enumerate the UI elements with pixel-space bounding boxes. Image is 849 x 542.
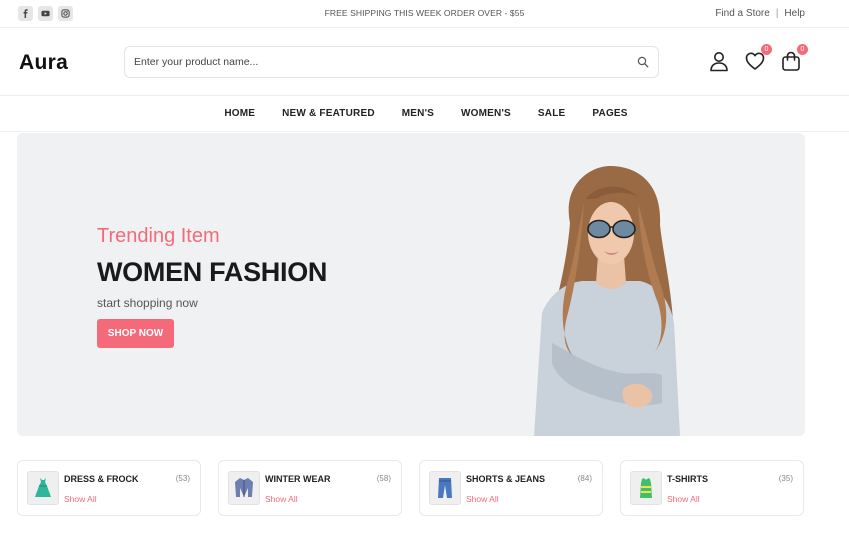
- nav-item-womens[interactable]: WOMEN'S: [461, 96, 511, 132]
- category-list: DRESS & FROCK (53) Show All WINTER WEAR …: [17, 460, 805, 516]
- jacket-icon: [235, 478, 253, 497]
- account-button[interactable]: [708, 50, 732, 74]
- main-nav: HOME NEW & FEATURED MEN'S WOMEN'S SALE P…: [0, 96, 849, 132]
- category-thumbnail: [630, 471, 662, 505]
- search-icon[interactable]: [637, 56, 649, 68]
- show-all-link[interactable]: Show All: [265, 494, 298, 504]
- jeans-icon: [438, 478, 452, 498]
- shop-now-button[interactable]: SHOP NOW: [97, 319, 174, 348]
- show-all-link[interactable]: Show All: [466, 494, 499, 504]
- hero-subtitle: Trending Item: [97, 225, 220, 247]
- nav-item-pages[interactable]: PAGES: [592, 96, 627, 132]
- category-name: DRESS & FROCK: [64, 474, 139, 484]
- category-count: (84): [577, 474, 592, 483]
- top-links: Find a Store | Help: [715, 8, 805, 19]
- cart-count-badge: 0: [797, 44, 808, 55]
- wishlist-count-badge: 0: [761, 44, 772, 55]
- hero-model-image: [534, 165, 680, 436]
- wishlist-button[interactable]: 0: [744, 44, 772, 74]
- tshirt-icon: [640, 478, 652, 498]
- category-thumbnail: [429, 471, 461, 505]
- category-card[interactable]: DRESS & FROCK (53) Show All: [17, 460, 201, 516]
- nav-item-home[interactable]: HOME: [224, 96, 255, 132]
- find-store-link[interactable]: Find a Store: [715, 8, 769, 19]
- category-thumbnail: [27, 471, 59, 505]
- nav-item-sale[interactable]: SALE: [538, 96, 565, 132]
- hero-description: start shopping now: [97, 296, 198, 310]
- nav-item-mens[interactable]: MEN'S: [402, 96, 434, 132]
- top-links-separator: |: [775, 8, 779, 19]
- search-bar: [124, 46, 659, 78]
- top-bar: FREE SHIPPING THIS WEEK ORDER OVER - $55…: [0, 0, 849, 28]
- search-input[interactable]: [125, 47, 605, 77]
- hero-title: WOMEN FASHION: [97, 257, 328, 287]
- user-icon: [710, 52, 728, 72]
- cart-button[interactable]: 0: [780, 44, 808, 74]
- category-card[interactable]: T-SHIRTS (35) Show All: [620, 460, 804, 516]
- category-count: (58): [376, 474, 391, 483]
- category-name: SHORTS & JEANS: [466, 474, 546, 484]
- header: Aura 0 0: [0, 28, 849, 96]
- nav-item-new-featured[interactable]: NEW & FEATURED: [282, 96, 375, 132]
- category-count: (35): [778, 474, 793, 483]
- show-all-link[interactable]: Show All: [64, 494, 97, 504]
- dress-icon: [35, 478, 51, 497]
- logo[interactable]: Aura: [19, 51, 68, 75]
- hero-banner: Trending Item WOMEN FASHION start shoppi…: [17, 133, 805, 436]
- category-name: T-SHIRTS: [667, 474, 709, 484]
- category-name: WINTER WEAR: [265, 474, 331, 484]
- category-card[interactable]: WINTER WEAR (58) Show All: [218, 460, 402, 516]
- show-all-link[interactable]: Show All: [667, 494, 700, 504]
- help-link[interactable]: Help: [784, 8, 805, 19]
- category-count: (53): [175, 474, 190, 483]
- category-card[interactable]: SHORTS & JEANS (84) Show All: [419, 460, 603, 516]
- category-thumbnail: [228, 471, 260, 505]
